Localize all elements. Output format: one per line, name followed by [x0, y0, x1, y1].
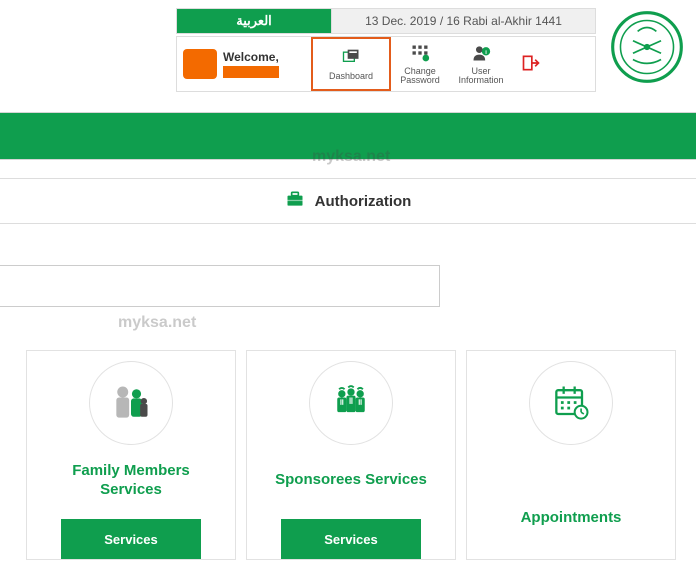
family-services-button[interactable]: Services [61, 519, 201, 559]
sponsorees-services-button[interactable]: Services [281, 519, 421, 559]
avatar [183, 49, 217, 79]
card-family-members: Family Members Services Services [26, 350, 236, 560]
nav-dashboard[interactable]: Dashboard [311, 37, 391, 91]
nav-user-information-label: User Information [458, 67, 503, 85]
card-appointments-title: Appointments [521, 497, 622, 539]
dashboard-icon [341, 48, 361, 70]
welcome-text: Welcome, [223, 50, 279, 64]
nav-logout[interactable] [513, 37, 549, 91]
saudi-emblem-icon [608, 8, 686, 86]
nav-change-password[interactable]: Change Password [391, 37, 449, 91]
nav-dashboard-label: Dashboard [329, 72, 373, 81]
nav-change-password-label: Change Password [400, 67, 440, 85]
top-bar: العربية 13 Dec. 2019 / 16 Rabi al-Akhir … [176, 8, 596, 34]
card-family-title: Family Members Services [72, 459, 190, 501]
service-cards: Family Members Services Services [26, 350, 680, 560]
calendar-icon [529, 361, 613, 445]
logout-icon [521, 53, 541, 75]
tab-authorization[interactable]: Authorization [0, 178, 696, 224]
card-sponsorees-title: Sponsorees Services [275, 459, 427, 501]
briefcase-icon [285, 189, 305, 214]
language-toggle[interactable]: العربية [177, 9, 331, 33]
user-info-icon: i [471, 43, 491, 65]
card-sponsorees: Sponsorees Services Services [246, 350, 456, 560]
nav-user-information[interactable]: i User Information [449, 37, 513, 91]
search-box[interactable] [0, 265, 440, 307]
authorization-label: Authorization [315, 193, 412, 210]
watermark: myksa.net [312, 148, 390, 166]
user-box: Welcome, [177, 37, 311, 91]
date-display: 13 Dec. 2019 / 16 Rabi al-Akhir 1441 [331, 9, 595, 33]
keypad-icon [410, 43, 430, 65]
card-appointments: Appointments [466, 350, 676, 560]
watermark: myksa.net [118, 314, 196, 332]
username-redacted [223, 66, 279, 78]
workers-icon [309, 361, 393, 445]
nav-bar: Welcome, Dashboard Change Password [176, 36, 596, 92]
family-icon [89, 361, 173, 445]
